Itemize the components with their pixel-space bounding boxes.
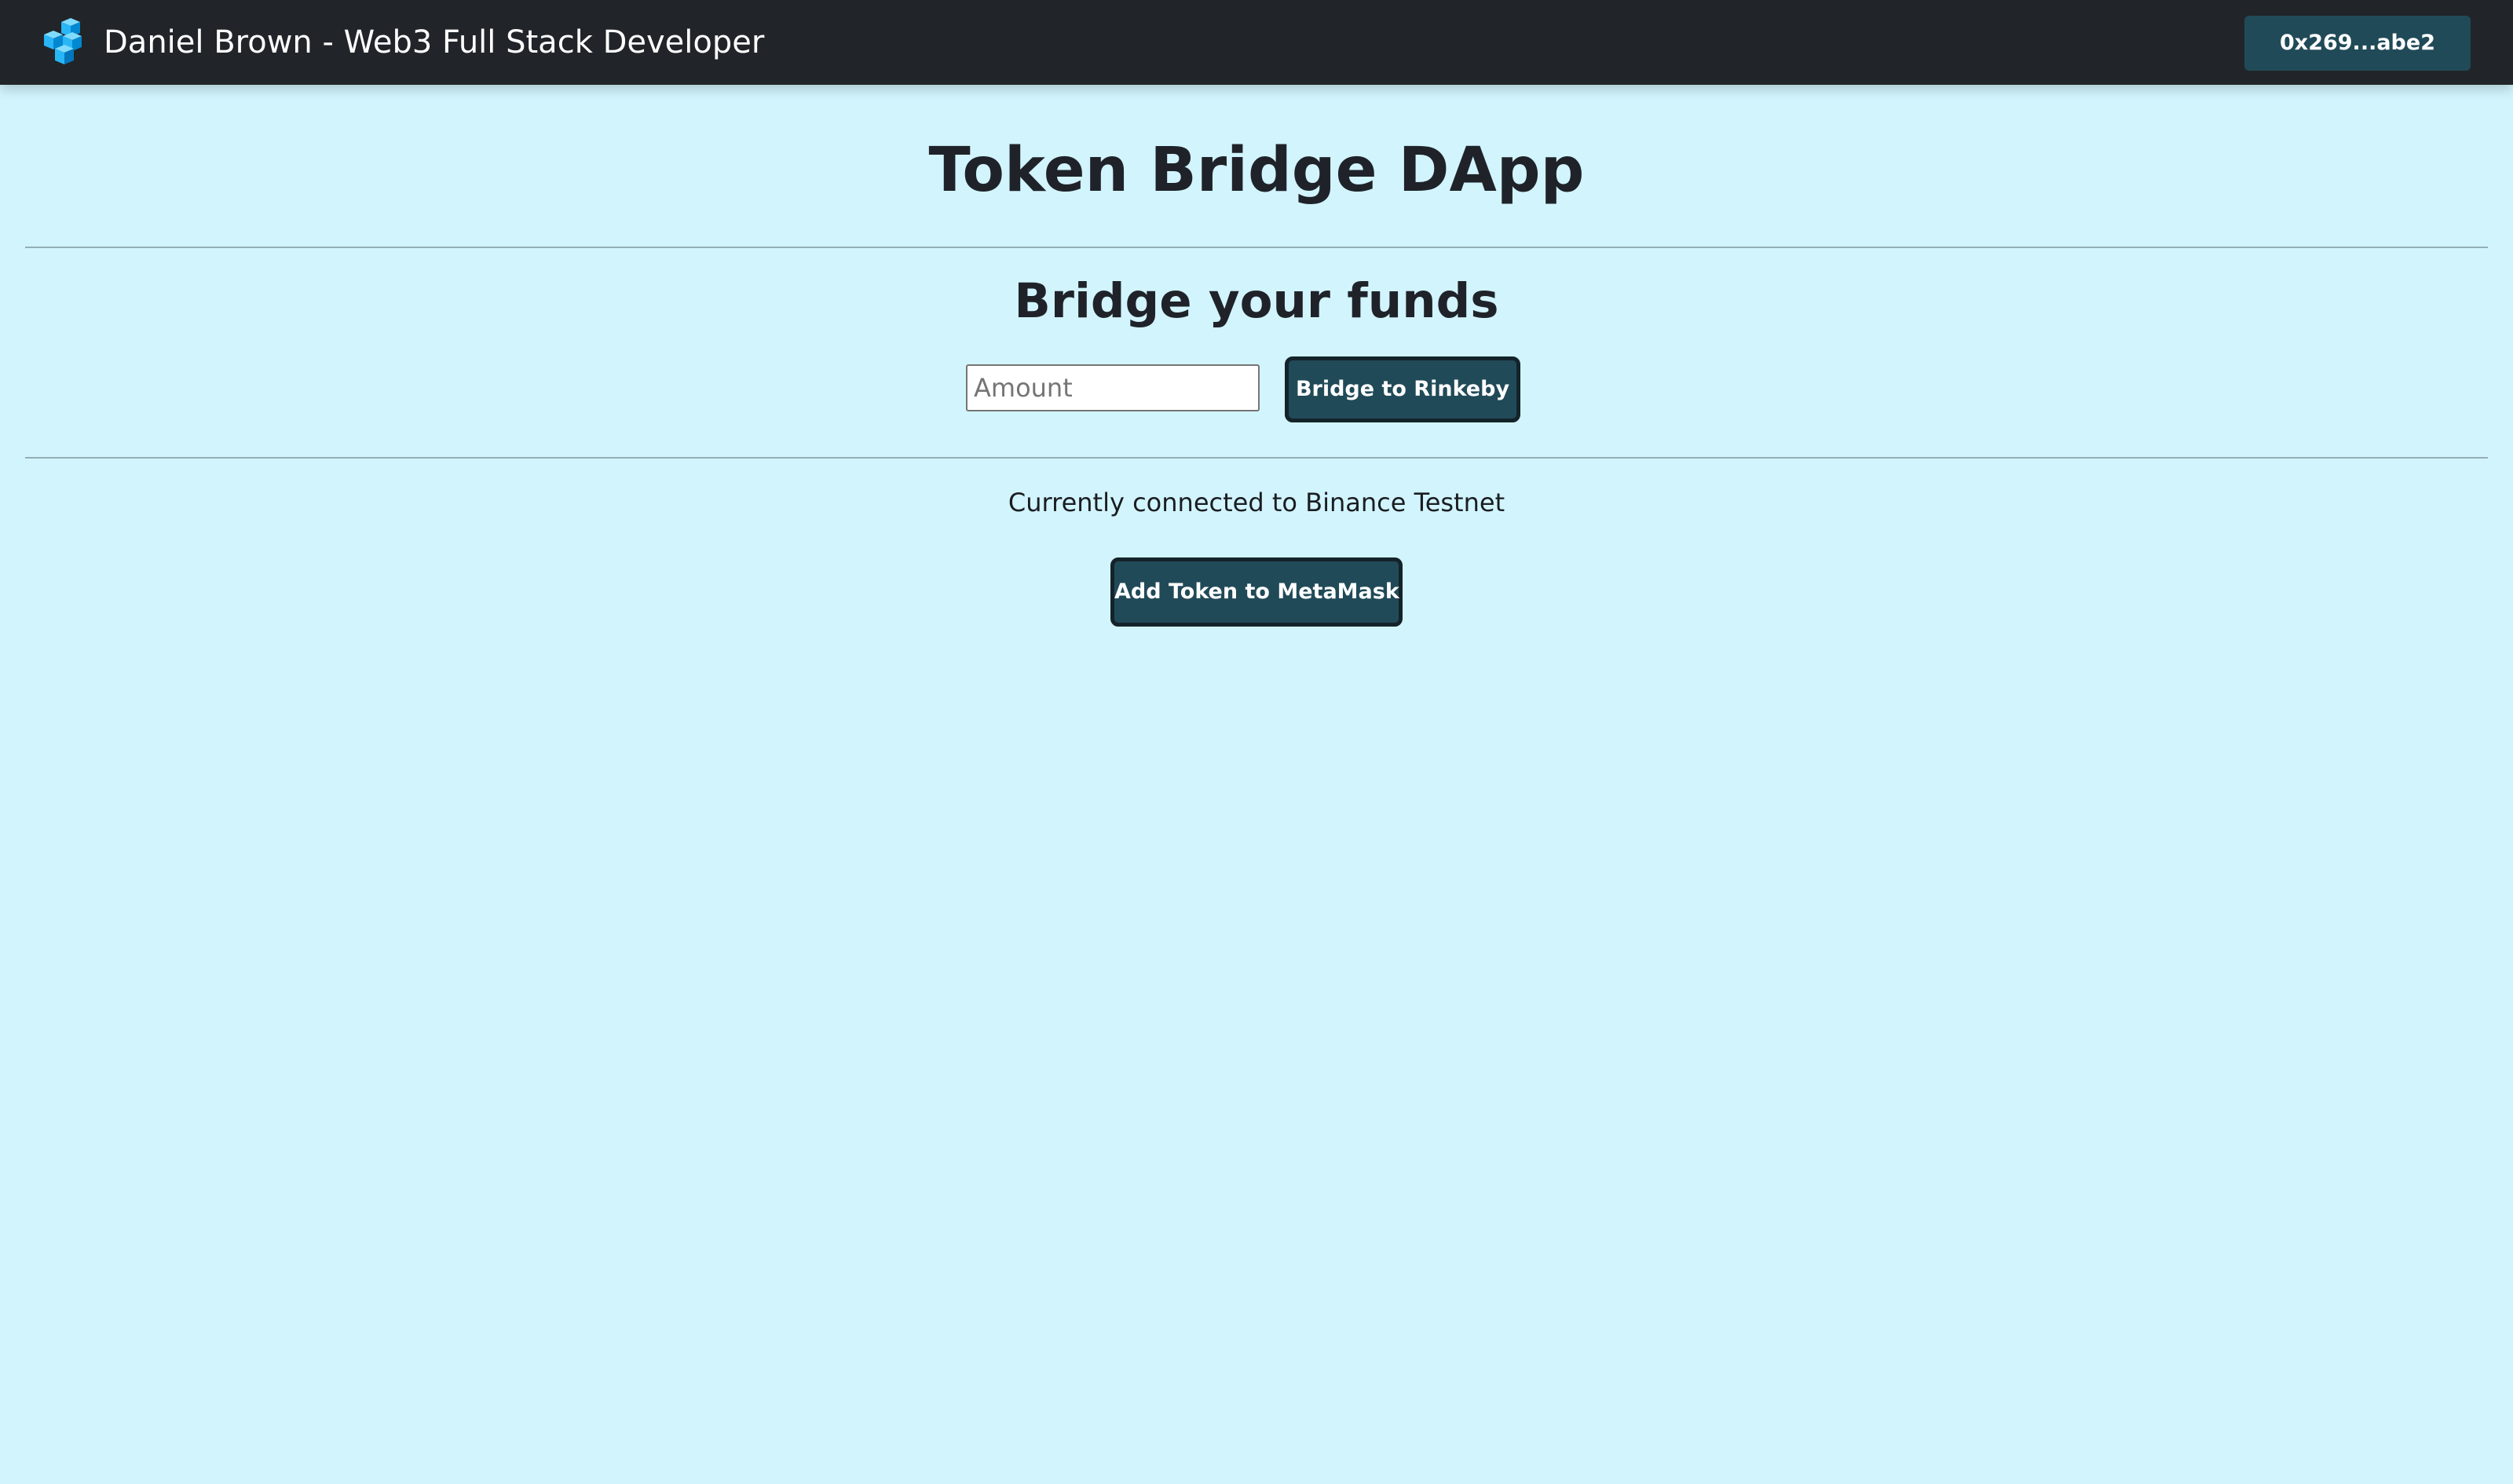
network-status-text: Currently connected to Binance Testnet xyxy=(1008,488,1505,517)
bridge-heading: Bridge your funds xyxy=(1014,273,1499,329)
amount-input[interactable] xyxy=(966,364,1260,411)
navbar-brand[interactable]: Daniel Brown - Web3 Full Stack Developer xyxy=(41,17,764,68)
wallet-address-button[interactable]: 0x269...abe2 xyxy=(2244,16,2471,71)
navbar: Daniel Brown - Web3 Full Stack Developer… xyxy=(0,0,2513,85)
bridge-to-rinkeby-button[interactable]: Bridge to Rinkeby xyxy=(1285,356,1520,422)
page-title: Token Bridge DApp xyxy=(928,135,1585,206)
divider-bottom xyxy=(25,457,2488,459)
blue-cubes-logo-icon xyxy=(44,18,82,64)
add-token-to-metamask-button[interactable]: Add Token to MetaMask xyxy=(1110,557,1403,627)
brand-title: Daniel Brown - Web3 Full Stack Developer xyxy=(104,24,765,60)
divider-top xyxy=(25,247,2488,248)
